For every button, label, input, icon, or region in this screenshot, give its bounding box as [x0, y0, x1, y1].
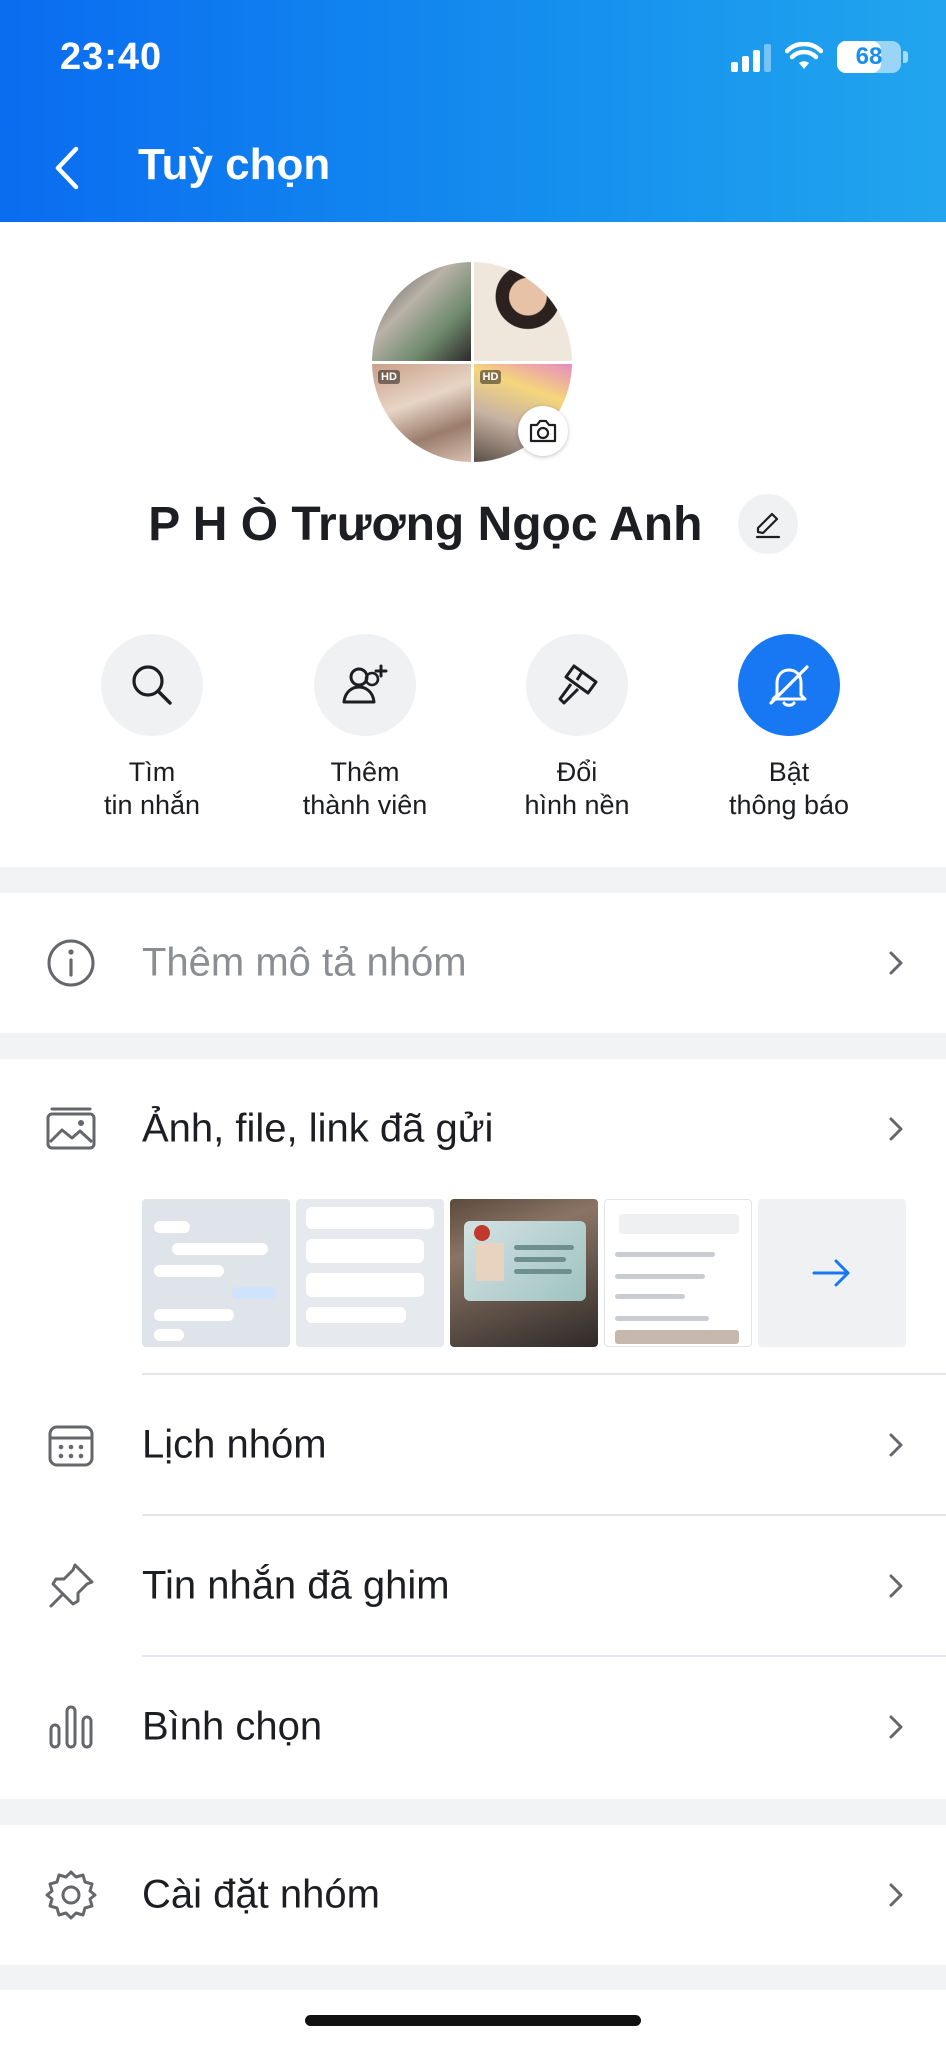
group-settings-row[interactable]: Cài đặt nhóm: [0, 1825, 946, 1965]
camera-icon: [529, 419, 557, 443]
group-name-row: P H Ò Trương Ngọc Anh: [0, 494, 946, 555]
action-add-member[interactable]: Thêm thành viên: [265, 634, 465, 822]
chevron-right-icon: [889, 951, 903, 975]
row-label: Thêm mô tả nhóm: [142, 940, 467, 985]
group-profile-card: HD HD HD P H Ò Trương Ngọc Anh Tìm tin n…: [0, 222, 946, 867]
action-label: Thêm thành viên: [302, 757, 428, 820]
calendar-icon: [44, 1418, 98, 1472]
paint-brush-icon: [558, 664, 598, 705]
chevron-left-icon: [55, 146, 79, 190]
search-icon: [132, 665, 172, 705]
battery-percent: 68: [855, 43, 883, 70]
app-header: 23:40 68 Tuỳ chọn: [0, 0, 946, 222]
poll-row[interactable]: Bình chọn: [0, 1657, 946, 1797]
group-calendar-row[interactable]: Lịch nhóm: [0, 1375, 946, 1515]
add-description-row[interactable]: Thêm mô tả nhóm: [0, 893, 946, 1033]
id-card-image: [464, 1221, 586, 1301]
status-icons: 68: [731, 40, 908, 74]
row-label: Lịch nhóm: [142, 1422, 327, 1467]
media-thumbnail[interactable]: [604, 1199, 752, 1347]
status-time: 23:40: [60, 36, 163, 78]
chevron-right-icon: [889, 1715, 903, 1739]
media-thumbnail[interactable]: [142, 1199, 290, 1347]
pencil-icon: [755, 513, 780, 539]
chevron-right-icon: [889, 1574, 903, 1598]
photo-album-icon: [44, 1102, 98, 1156]
battery-tip: [903, 51, 908, 63]
poll-chart-icon: [44, 1700, 98, 1754]
row-label: Tin nhắn đã ghim: [142, 1563, 450, 1608]
media-files-row[interactable]: Ảnh, file, link đã gửi: [0, 1059, 946, 1199]
cellular-signal-icon: [731, 42, 771, 72]
info-icon: [44, 936, 98, 990]
action-change-background[interactable]: Đổi hình nền: [477, 634, 677, 822]
row-label: Bình chọn: [142, 1704, 323, 1749]
row-label: Ảnh, file, link đã gửi: [142, 1106, 494, 1151]
pinned-messages-row[interactable]: Tin nhắn đã ghim: [0, 1516, 946, 1656]
chevron-right-icon: [889, 1117, 903, 1141]
home-indicator[interactable]: [305, 2015, 641, 2026]
action-enable-notifications[interactable]: Bật thông báo: [689, 634, 889, 822]
see-more-media-button[interactable]: [758, 1199, 906, 1347]
chevron-right-icon: [889, 1433, 903, 1457]
avatar-tile: [473, 262, 572, 361]
avatar-tile: HD: [372, 363, 471, 462]
bell-off-icon: [769, 665, 809, 707]
avatar-tile: HD: [372, 262, 471, 361]
action-circle: [101, 634, 203, 736]
action-label: Tìm tin nhắn: [103, 757, 201, 820]
media-card: Ảnh, file, link đã gửi Lịch nhóm Tin nhắ…: [0, 1059, 946, 1799]
chevron-right-icon: [889, 1883, 903, 1907]
row-label: Cài đặt nhóm: [142, 1872, 380, 1917]
change-avatar-button[interactable]: [518, 406, 568, 456]
back-button[interactable]: [52, 138, 96, 198]
media-thumbnails: [142, 1199, 906, 1347]
quick-actions: Tìm tin nhắn Thêm thành viên Đổi hình nề…: [0, 634, 946, 834]
group-name: P H Ò Trương Ngọc Anh: [148, 497, 703, 551]
gear-icon: [44, 1868, 98, 1922]
action-label: Đổi hình nền: [524, 757, 630, 820]
pin-icon: [44, 1559, 98, 1613]
action-search-messages[interactable]: Tìm tin nhắn: [52, 634, 252, 822]
action-circle: [526, 634, 628, 736]
media-thumbnail[interactable]: [450, 1199, 598, 1347]
arrow-right-icon: [812, 1259, 850, 1287]
add-member-icon: [342, 664, 388, 704]
edit-name-button[interactable]: [737, 494, 798, 555]
description-card: Thêm mô tả nhóm: [0, 893, 946, 1033]
wifi-icon: [785, 42, 823, 69]
action-circle: [738, 634, 840, 736]
media-thumbnail[interactable]: [296, 1199, 444, 1347]
action-circle: [314, 634, 416, 736]
settings-card: Cài đặt nhóm: [0, 1825, 946, 1965]
page-title: Tuỳ chọn: [138, 140, 331, 189]
battery-icon: 68: [837, 41, 901, 73]
action-label: Bật thông báo: [728, 757, 850, 820]
